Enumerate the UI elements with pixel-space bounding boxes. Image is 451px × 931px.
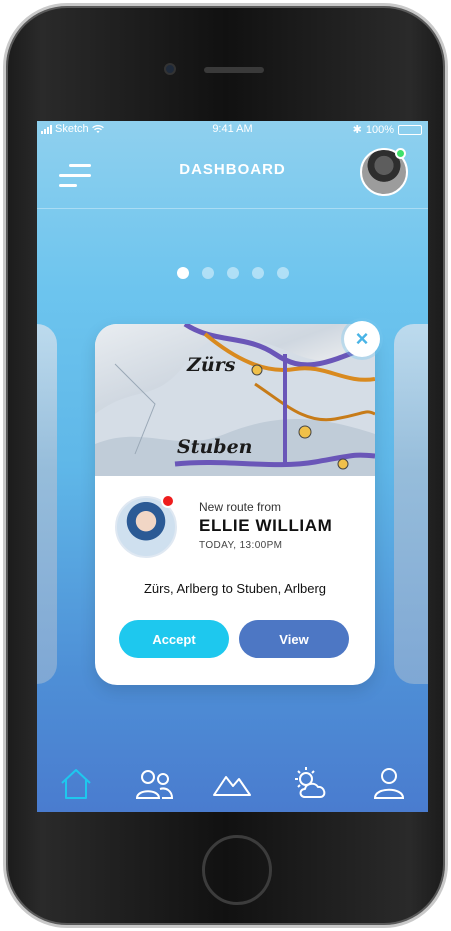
notification-dot [161, 494, 175, 508]
earpiece-speaker [204, 67, 264, 73]
weather-icon [294, 767, 325, 798]
pager-dot-1[interactable] [176, 267, 189, 279]
sender-block: New route from ELLIE WILLIAM TODAY, 13:0… [115, 494, 365, 560]
pager-dot-3[interactable] [226, 267, 239, 279]
friends-icon [136, 770, 174, 799]
route-description: Zürs, Arlberg to Stuben, Arlberg [143, 581, 327, 596]
online-status-dot [395, 148, 406, 159]
previous-card-peek[interactable] [37, 324, 57, 684]
home-icon [61, 769, 91, 799]
sender-prefix: New route from [199, 500, 282, 514]
view-button[interactable]: View [239, 620, 349, 658]
bluetooth-icon: ✱ [352, 124, 362, 136]
status-right: ✱ 100% [353, 123, 422, 136]
route-card: Zürs Stuben New route from ELLIE WILLIAM… [95, 324, 375, 685]
sender-timestamp: TODAY, 13:00PM [199, 540, 283, 551]
next-card-peek[interactable] [394, 324, 428, 684]
tab-mountains[interactable] [210, 763, 254, 803]
accept-button[interactable]: Accept [119, 620, 229, 658]
pager-dot-5[interactable] [276, 267, 289, 279]
pager-dot-2[interactable] [201, 267, 214, 279]
tab-home[interactable] [54, 763, 98, 803]
battery-percent: 100% [365, 123, 394, 136]
tab-friends[interactable] [132, 763, 176, 803]
status-bar: Sketch 9:41 AM ✱ 100% [37, 121, 428, 139]
app-screen: Sketch 9:41 AM ✱ 100% DASHBOARD Zürs Stu… [37, 121, 428, 812]
front-camera [164, 63, 176, 75]
close-icon[interactable]: × [344, 321, 380, 357]
bottom-tab-bar [37, 763, 428, 803]
route-map-image: Zürs Stuben [95, 324, 375, 476]
battery-icon [398, 124, 422, 135]
tab-weather[interactable] [289, 763, 333, 803]
profile-icon [373, 768, 404, 799]
carousel-pager [37, 267, 428, 279]
tab-profile[interactable] [367, 763, 411, 803]
header: DASHBOARD [37, 139, 428, 209]
sender-name: ELLIE WILLIAM [199, 516, 333, 535]
home-button[interactable] [202, 835, 272, 905]
pager-dot-4[interactable] [251, 267, 264, 279]
mountains-icon [213, 776, 252, 796]
map-label-stuben: Stuben [177, 436, 253, 458]
map-label-zurs: Zürs [187, 354, 236, 376]
